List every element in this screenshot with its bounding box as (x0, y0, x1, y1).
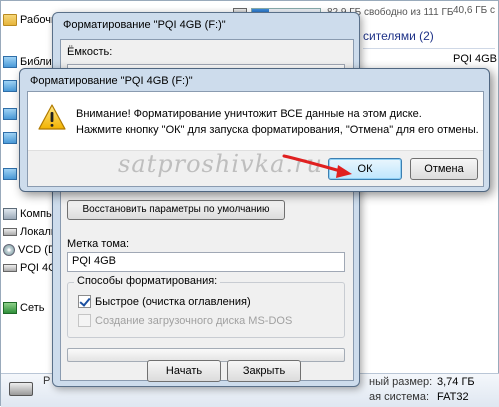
library-icon (3, 132, 17, 144)
pqi-drive-item[interactable]: PQI 4GB (453, 53, 497, 65)
warning-dialog-title: Форматирование "PQI 4GB (F:)" (30, 75, 193, 87)
library-icon (3, 80, 17, 92)
restore-defaults-button[interactable]: Восстановить параметры по умолчанию (67, 200, 285, 220)
capacity-label: Ёмкость: (67, 46, 113, 58)
disc-icon (3, 244, 15, 256)
msdos-boot-label: Создание загрузочного диска MS-DOS (95, 314, 293, 327)
format-dialog-title: Форматирование "PQI 4GB (F:)" (63, 19, 226, 31)
library-icon (3, 56, 17, 68)
network-icon (3, 302, 17, 314)
status-left-label: Р (43, 375, 51, 387)
library-icon (3, 168, 17, 180)
group-divider (363, 48, 495, 49)
msdos-boot-option: Создание загрузочного диска MS-DOS (78, 314, 292, 327)
quick-format-checkbox[interactable] (78, 295, 91, 308)
removable-group-title: сителями (2) (363, 29, 434, 43)
nav-item[interactable] (3, 105, 20, 123)
filesystem-label: ая система: (369, 391, 430, 403)
nav-item[interactable] (3, 77, 20, 95)
warning-line-1: Внимание! Форматирование уничтожит ВСЕ д… (76, 108, 422, 120)
quick-format-label: Быстрое (очистка оглавления) (95, 295, 251, 308)
library-icon (3, 108, 17, 120)
msdos-boot-checkbox (78, 314, 91, 327)
folder-icon (3, 14, 17, 26)
warning-line-2: Нажмите кнопку "ОК" для запуска форматир… (76, 124, 479, 136)
drive-icon (3, 264, 17, 272)
volume-label-caption: Метка тома: (67, 238, 130, 250)
nav-item[interactable] (3, 129, 20, 147)
filesystem-value: FAT32 (437, 391, 469, 403)
warning-icon (38, 104, 66, 130)
format-methods-legend: Способы форматирования: (74, 275, 221, 287)
used-space-label: ный размер: (369, 376, 433, 388)
quick-format-option[interactable]: Быстрое (очистка оглавления) (78, 295, 251, 308)
used-space-value: 3,74 ГБ (437, 376, 475, 388)
nav-item-label: Сеть (20, 302, 45, 314)
start-button[interactable]: Начать (147, 360, 221, 382)
close-button[interactable]: Закрыть (227, 360, 301, 382)
volume-label-input[interactable]: PQI 4GB (67, 252, 345, 272)
nav-item[interactable]: Сеть (3, 299, 44, 317)
drive-icon (3, 228, 17, 236)
format-methods-group: Способы форматирования: Быстрое (очистка… (67, 275, 345, 338)
drive-free-text-right: 40,6 ГБ с (453, 5, 495, 16)
computer-icon (3, 208, 17, 220)
red-arrow-icon (282, 154, 352, 178)
warning-message: Внимание! Форматирование уничтожит ВСЕ д… (76, 106, 479, 138)
usb-drive-icon (9, 382, 33, 396)
cancel-button[interactable]: Отмена (410, 158, 478, 180)
